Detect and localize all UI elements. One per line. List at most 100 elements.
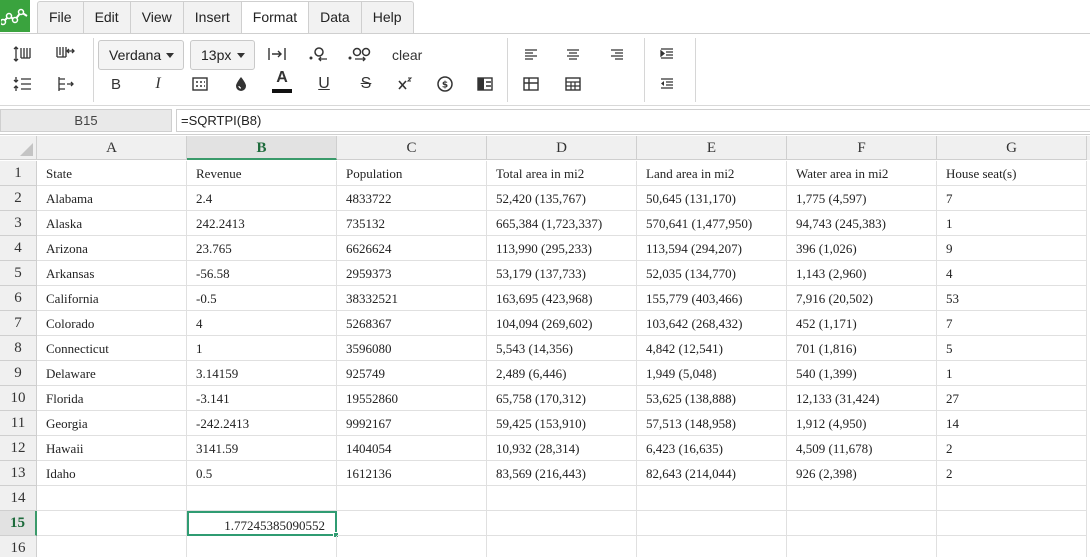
indent-decrease-icon[interactable] — [652, 71, 682, 97]
row-header-14[interactable]: 14 — [0, 486, 37, 511]
cell-d8[interactable]: 5,543 (14,356) — [487, 336, 637, 361]
cell-c6[interactable]: 38332521 — [337, 286, 487, 311]
cell-b2[interactable]: 2.4 — [187, 186, 337, 211]
cell-d4[interactable]: 113,990 (295,233) — [487, 236, 637, 261]
cell-a11[interactable]: Georgia — [37, 411, 187, 436]
increase-decimal-icon[interactable] — [344, 41, 374, 67]
cell-c9[interactable]: 925749 — [337, 361, 487, 386]
cell-e3[interactable]: 570,641 (1,477,950) — [637, 211, 787, 236]
row-header-3[interactable]: 3 — [0, 211, 37, 236]
cell-b6[interactable]: -0.5 — [187, 286, 337, 311]
cell-e6[interactable]: 155,779 (403,466) — [637, 286, 787, 311]
cell-b15[interactable]: 1.77245385090552 — [187, 511, 337, 536]
cell-b1[interactable]: Revenue — [187, 161, 337, 186]
cell-c14[interactable] — [337, 486, 487, 511]
cell-a10[interactable]: Florida — [37, 386, 187, 411]
cell-b11[interactable]: -242.2413 — [187, 411, 337, 436]
cell-f13[interactable]: 926 (2,398) — [787, 461, 937, 486]
cell-f11[interactable]: 1,912 (4,950) — [787, 411, 937, 436]
column-header-a[interactable]: A — [37, 136, 187, 160]
cell-d10[interactable]: 65,758 (170,312) — [487, 386, 637, 411]
cell-g8[interactable]: 5 — [937, 336, 1087, 361]
cell-b12[interactable]: 3141.59 — [187, 436, 337, 461]
menu-help[interactable]: Help — [362, 2, 413, 33]
cell-e16[interactable] — [637, 536, 787, 557]
increase-column-width-icon[interactable] — [50, 41, 80, 67]
bold-button[interactable]: B — [101, 71, 131, 97]
column-header-d[interactable]: D — [487, 136, 637, 160]
cell-e2[interactable]: 50,645 (131,170) — [637, 186, 787, 211]
cell-a1[interactable]: State — [37, 161, 187, 186]
cell-d15[interactable] — [487, 511, 637, 536]
cell-d11[interactable]: 59,425 (153,910) — [487, 411, 637, 436]
cell-g14[interactable] — [937, 486, 1087, 511]
cell-d6[interactable]: 163,695 (423,968) — [487, 286, 637, 311]
cell-g9[interactable]: 1 — [937, 361, 1087, 386]
row-header-9[interactable]: 9 — [0, 361, 37, 386]
cell-e1[interactable]: Land area in mi2 — [637, 161, 787, 186]
underline-button[interactable]: U — [309, 71, 339, 97]
row-header-10[interactable]: 10 — [0, 386, 37, 411]
cell-name-box[interactable]: B15 — [0, 109, 172, 132]
row-header-16[interactable]: 16 — [0, 536, 37, 557]
borders-icon[interactable] — [516, 71, 546, 97]
cell-f16[interactable] — [787, 536, 937, 557]
cell-f5[interactable]: 1,143 (2,960) — [787, 261, 937, 286]
cell-d3[interactable]: 665,384 (1,723,337) — [487, 211, 637, 236]
cell-e15[interactable] — [637, 511, 787, 536]
cell-e13[interactable]: 82,643 (214,044) — [637, 461, 787, 486]
column-header-e[interactable]: E — [637, 136, 787, 160]
cell-g1[interactable]: House seat(s) — [937, 161, 1087, 186]
merge-cells-icon[interactable] — [558, 71, 588, 97]
cell-e7[interactable]: 103,642 (268,432) — [637, 311, 787, 336]
cell-d9[interactable]: 2,489 (6,446) — [487, 361, 637, 386]
cell-d5[interactable]: 53,179 (137,733) — [487, 261, 637, 286]
cell-a15[interactable] — [37, 511, 187, 536]
cell-f4[interactable]: 396 (1,026) — [787, 236, 937, 261]
font-size-select[interactable]: 13px — [190, 40, 255, 70]
cell-d13[interactable]: 83,569 (216,443) — [487, 461, 637, 486]
menu-insert[interactable]: Insert — [184, 2, 242, 33]
cell-e11[interactable]: 57,513 (148,958) — [637, 411, 787, 436]
cell-g2[interactable]: 7 — [937, 186, 1087, 211]
menu-view[interactable]: View — [131, 2, 184, 33]
cell-f12[interactable]: 4,509 (11,678) — [787, 436, 937, 461]
cell-g4[interactable]: 9 — [937, 236, 1087, 261]
cell-c12[interactable]: 1404054 — [337, 436, 487, 461]
select-all-corner[interactable] — [0, 136, 37, 160]
cell-c5[interactable]: 2959373 — [337, 261, 487, 286]
cell-f15[interactable] — [787, 511, 937, 536]
row-header-12[interactable]: 12 — [0, 436, 37, 461]
align-right-icon[interactable] — [602, 41, 632, 67]
cell-c2[interactable]: 4833722 — [337, 186, 487, 211]
cell-g16[interactable] — [937, 536, 1087, 557]
row-header-6[interactable]: 6 — [0, 286, 37, 311]
increase-row-height-icon[interactable] — [8, 41, 38, 67]
column-header-b[interactable]: B — [187, 136, 337, 160]
menu-data[interactable]: Data — [309, 2, 362, 33]
cell-b4[interactable]: 23.765 — [187, 236, 337, 261]
decrease-column-width-icon[interactable] — [50, 71, 80, 97]
cell-c15[interactable] — [337, 511, 487, 536]
row-header-11[interactable]: 11 — [0, 411, 37, 436]
menu-file[interactable]: File — [38, 2, 84, 33]
cell-b9[interactable]: 3.14159 — [187, 361, 337, 386]
cell-b16[interactable] — [187, 536, 337, 557]
row-header-1[interactable]: 1 — [0, 161, 37, 186]
row-header-2[interactable]: 2 — [0, 186, 37, 211]
cell-g10[interactable]: 27 — [937, 386, 1087, 411]
cell-g3[interactable]: 1 — [937, 211, 1087, 236]
cell-a2[interactable]: Alabama — [37, 186, 187, 211]
currency-format-icon[interactable]: $ — [430, 71, 460, 97]
cell-e10[interactable]: 53,625 (138,888) — [637, 386, 787, 411]
cell-g13[interactable]: 2 — [937, 461, 1087, 486]
menu-format[interactable]: Format — [241, 2, 310, 35]
indent-increase-icon[interactable] — [652, 41, 682, 67]
cell-b10[interactable]: -3.141 — [187, 386, 337, 411]
row-header-15[interactable]: 15 — [0, 511, 37, 536]
number-format-icon[interactable] — [185, 71, 215, 97]
cell-g15[interactable] — [937, 511, 1087, 536]
cell-d16[interactable] — [487, 536, 637, 557]
cell-f7[interactable]: 452 (1,171) — [787, 311, 937, 336]
cell-c1[interactable]: Population — [337, 161, 487, 186]
